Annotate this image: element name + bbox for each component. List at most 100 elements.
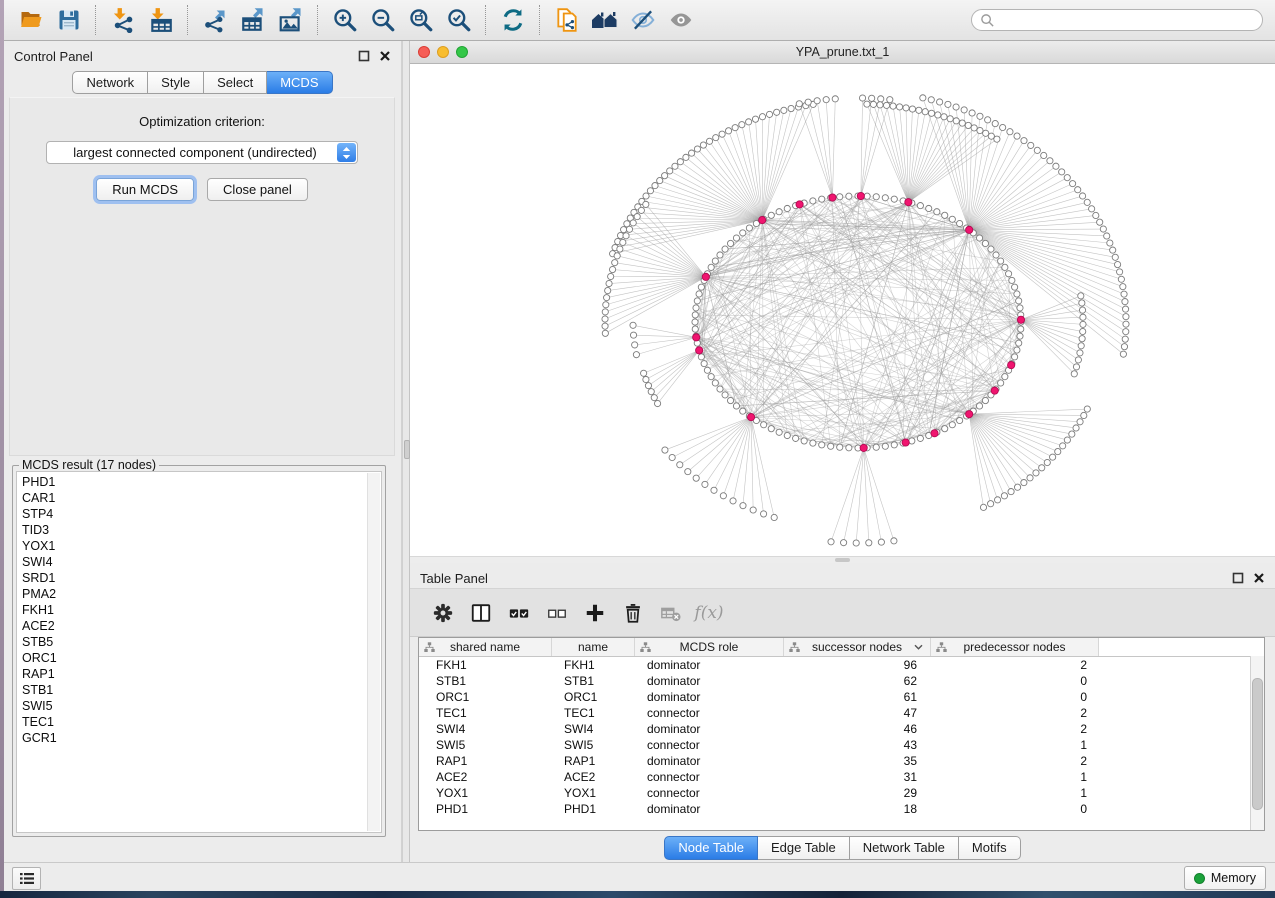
network-node[interactable] bbox=[959, 120, 965, 126]
network-node[interactable] bbox=[604, 295, 610, 301]
network-node[interactable] bbox=[602, 323, 608, 329]
network-node[interactable] bbox=[602, 316, 608, 322]
network-node[interactable] bbox=[1107, 240, 1113, 246]
cell-name[interactable]: STB1 bbox=[552, 673, 635, 689]
network-node[interactable] bbox=[1002, 374, 1008, 380]
network-node[interactable] bbox=[1059, 169, 1065, 175]
network-node[interactable] bbox=[720, 493, 726, 499]
network-node[interactable] bbox=[878, 96, 884, 102]
network-node[interactable] bbox=[1028, 142, 1034, 148]
network-node[interactable] bbox=[651, 395, 657, 401]
cell-predecessor-nodes[interactable]: 2 bbox=[931, 657, 1099, 673]
mcds-result-item[interactable]: GCR1 bbox=[22, 730, 365, 746]
zoom-selected-button[interactable] bbox=[440, 3, 478, 37]
network-node[interactable] bbox=[626, 226, 632, 232]
network-node[interactable] bbox=[928, 97, 934, 103]
network-node[interactable] bbox=[853, 540, 859, 546]
unselect-all-columns-button[interactable] bbox=[540, 596, 574, 630]
cell-predecessor-nodes[interactable]: 1 bbox=[931, 737, 1099, 753]
network-node[interactable] bbox=[1009, 277, 1015, 283]
network-node[interactable] bbox=[1021, 480, 1027, 486]
mcds-result-item[interactable]: TID3 bbox=[22, 522, 365, 538]
first-neighbors-button[interactable] bbox=[586, 3, 624, 37]
zoom-fit-button[interactable] bbox=[402, 3, 440, 37]
table-scrollbar-thumb[interactable] bbox=[1252, 678, 1263, 810]
network-node[interactable] bbox=[609, 266, 615, 272]
tab-style[interactable]: Style bbox=[148, 71, 204, 94]
network-node[interactable] bbox=[1123, 314, 1129, 320]
network-node[interactable] bbox=[1122, 336, 1128, 342]
cell-shared-name[interactable]: ACE2 bbox=[419, 769, 552, 785]
table-row[interactable]: PHD1PHD1dominator180 bbox=[419, 801, 1264, 817]
cell-mcds-role[interactable]: connector bbox=[635, 737, 784, 753]
network-node[interactable] bbox=[882, 195, 888, 201]
network-node[interactable] bbox=[727, 397, 733, 403]
network-node[interactable] bbox=[971, 125, 977, 131]
cell-successor-nodes[interactable]: 47 bbox=[784, 705, 931, 721]
network-node[interactable] bbox=[1073, 364, 1079, 370]
export-table-button[interactable] bbox=[234, 3, 272, 37]
mcds-result-item[interactable]: PHD1 bbox=[22, 474, 365, 490]
network-node[interactable] bbox=[1077, 350, 1083, 356]
network-node[interactable] bbox=[1017, 305, 1023, 311]
cell-shared-name[interactable]: SWI4 bbox=[419, 721, 552, 737]
network-node[interactable] bbox=[890, 103, 896, 109]
network-node[interactable] bbox=[1093, 212, 1099, 218]
network-node[interactable] bbox=[1078, 343, 1084, 349]
cell-successor-nodes[interactable]: 62 bbox=[784, 673, 931, 689]
network-node[interactable] bbox=[994, 497, 1000, 503]
network-node[interactable] bbox=[1007, 129, 1013, 135]
cell-successor-nodes[interactable]: 35 bbox=[784, 753, 931, 769]
network-node[interactable] bbox=[692, 319, 698, 325]
open-file-button[interactable] bbox=[12, 3, 50, 37]
network-node[interactable] bbox=[819, 442, 825, 448]
network-node[interactable] bbox=[740, 503, 746, 509]
dominator-node[interactable] bbox=[931, 430, 938, 437]
network-node[interactable] bbox=[746, 119, 752, 125]
mcds-result-item[interactable]: RAP1 bbox=[22, 666, 365, 682]
network-node[interactable] bbox=[1097, 219, 1103, 225]
cell-mcds-role[interactable]: dominator bbox=[635, 801, 784, 817]
network-node[interactable] bbox=[1034, 147, 1040, 153]
panel-splitter[interactable] bbox=[402, 41, 410, 862]
import-table-button[interactable] bbox=[142, 3, 180, 37]
hide-selected-button[interactable] bbox=[624, 3, 662, 37]
network-node[interactable] bbox=[643, 376, 649, 382]
cell-successor-nodes[interactable]: 43 bbox=[784, 737, 931, 753]
network-node[interactable] bbox=[612, 260, 618, 266]
network-node[interactable] bbox=[677, 159, 683, 165]
network-node[interactable] bbox=[869, 95, 875, 101]
network-node[interactable] bbox=[694, 146, 700, 152]
dominator-node[interactable] bbox=[829, 194, 836, 201]
float-panel-button[interactable] bbox=[358, 50, 370, 62]
network-node[interactable] bbox=[704, 367, 710, 373]
network-node[interactable] bbox=[1121, 291, 1127, 297]
network-node[interactable] bbox=[883, 102, 889, 108]
table-row[interactable]: TEC1TEC1connector472 bbox=[419, 705, 1264, 721]
mcds-result-item[interactable]: STB1 bbox=[22, 682, 365, 698]
network-node[interactable] bbox=[1080, 314, 1086, 320]
network-node[interactable] bbox=[1120, 284, 1126, 290]
network-node[interactable] bbox=[733, 403, 739, 409]
network-node[interactable] bbox=[909, 106, 915, 112]
network-node[interactable] bbox=[982, 397, 988, 403]
network-node[interactable] bbox=[776, 209, 782, 215]
network-node[interactable] bbox=[998, 380, 1004, 386]
network-node[interactable] bbox=[1122, 306, 1128, 312]
network-node[interactable] bbox=[740, 230, 746, 236]
network-node[interactable] bbox=[1100, 226, 1106, 232]
network-node[interactable] bbox=[1080, 328, 1086, 334]
optimization-criterion-select[interactable]: largest connected component (undirected) bbox=[46, 141, 358, 164]
network-node[interactable] bbox=[866, 540, 872, 546]
cell-mcds-role[interactable]: dominator bbox=[635, 721, 784, 737]
cell-successor-nodes[interactable]: 96 bbox=[784, 657, 931, 673]
network-node[interactable] bbox=[870, 101, 876, 107]
export-image-button[interactable] bbox=[272, 3, 310, 37]
network-node[interactable] bbox=[727, 240, 733, 246]
network-window-titlebar[interactable]: YPA_prune.txt_1 bbox=[410, 41, 1275, 64]
network-node[interactable] bbox=[1084, 199, 1090, 205]
network-node[interactable] bbox=[992, 120, 998, 126]
cell-name[interactable]: ORC1 bbox=[552, 689, 635, 705]
network-node[interactable] bbox=[961, 107, 967, 113]
cell-mcds-role[interactable]: connector bbox=[635, 705, 784, 721]
